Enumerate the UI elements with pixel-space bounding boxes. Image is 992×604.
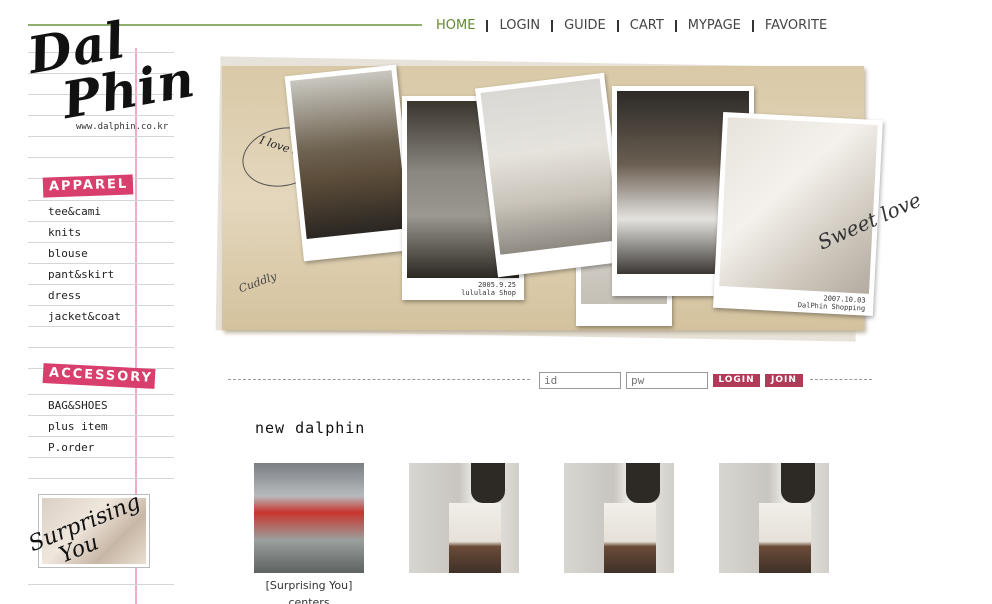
notebook-line [28, 242, 174, 243]
section-title-new-dalphin: new dalphin [255, 419, 366, 437]
nav-login[interactable]: LOGIN [499, 18, 540, 33]
menu-item-pant-skirt[interactable]: pant&skirt [48, 268, 114, 281]
notebook-line [28, 415, 174, 416]
nav-separator [674, 19, 677, 32]
product-card[interactable] [719, 463, 829, 577]
nav-mypage[interactable]: MYPAGE [688, 18, 741, 33]
menu-item-jacket-coat[interactable]: jacket&coat [48, 310, 121, 323]
nav-favorite[interactable]: FAVORITE [765, 18, 827, 33]
notebook-line [28, 200, 174, 201]
product-card[interactable] [564, 463, 674, 577]
photo-caption: 2005.9.25 lululala Shop [461, 281, 516, 297]
notebook-line [28, 284, 174, 285]
site-url: www.dalphin.co.kr [76, 122, 169, 132]
product-card[interactable] [409, 463, 519, 577]
menu-item-plus-item[interactable]: plus item [48, 420, 108, 433]
nav-guide[interactable]: GUIDE [564, 18, 606, 33]
product-name-line1: [Surprising You] [265, 579, 353, 592]
product-name[interactable]: [Surprising You] centers [254, 577, 364, 604]
notebook-line [28, 157, 174, 158]
photo-caption-date: 2005.9.25 [478, 281, 516, 289]
photo-caption-shop: lululala Shop [461, 289, 516, 297]
notebook-line [28, 263, 174, 264]
notebook-line [28, 436, 174, 437]
notebook-line [28, 584, 174, 585]
menu-item-bag-shoes[interactable]: BAG&SHOES [48, 399, 108, 412]
login-divider-right [810, 379, 872, 380]
notebook-line [28, 326, 174, 327]
login-divider-left [228, 379, 530, 380]
menu-item-tee-cami[interactable]: tee&cami [48, 205, 101, 218]
top-nav: HOME LOGIN GUIDE CART MYPAGE FAVORITE [436, 18, 827, 33]
product-card[interactable]: [Surprising You] centers [254, 463, 364, 604]
menu-item-dress[interactable]: dress [48, 289, 81, 302]
nav-separator [751, 19, 754, 32]
hero-photo-image [480, 78, 620, 255]
product-thumbnail[interactable] [254, 463, 364, 573]
product-thumbnail[interactable] [409, 463, 519, 573]
product-name-line2: centers [288, 596, 330, 604]
login-id-input[interactable] [539, 372, 621, 389]
notebook-line [28, 394, 174, 395]
notebook-line [28, 136, 174, 137]
category-accessory-badge[interactable]: ACCESSORY [42, 363, 156, 389]
menu-item-p-order[interactable]: P.order [48, 441, 94, 454]
notebook-line [28, 305, 174, 306]
nav-separator [551, 19, 554, 32]
menu-item-knits[interactable]: knits [48, 226, 81, 239]
category-apparel-badge[interactable]: APPAREL [42, 174, 134, 198]
notebook-line [28, 221, 174, 222]
join-button[interactable]: JOIN [765, 374, 803, 387]
nav-home[interactable]: HOME [436, 18, 475, 33]
sidebar: Dal Phin www.dalphin.co.kr APPAREL tee&c… [0, 0, 422, 604]
notebook-line [28, 347, 174, 348]
notebook-line [28, 478, 174, 479]
hero-photo-image [290, 70, 409, 239]
menu-item-blouse[interactable]: blouse [48, 247, 88, 260]
product-thumbnail[interactable] [564, 463, 674, 573]
nav-separator [486, 19, 489, 32]
photo-caption: 2007.10.03 DalPhin Shopping [798, 293, 866, 312]
hero-photo [284, 64, 416, 262]
nav-cart[interactable]: CART [630, 18, 664, 33]
login-pw-input[interactable] [626, 372, 708, 389]
login-button[interactable]: LOGIN [713, 374, 760, 387]
nav-separator [616, 19, 619, 32]
dalphin-logo[interactable]: Dal Phin www.dalphin.co.kr [24, 8, 200, 132]
hero-photo [474, 72, 628, 278]
notebook-line [28, 457, 174, 458]
hero-photo-image [719, 117, 878, 294]
product-thumbnail[interactable] [719, 463, 829, 573]
